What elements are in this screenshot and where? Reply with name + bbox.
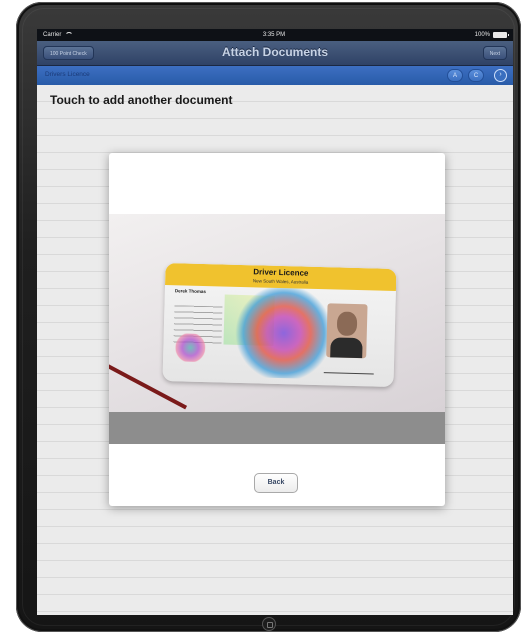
page-title: Attach Documents [221, 45, 328, 59]
back-button[interactable]: Back [254, 473, 298, 493]
status-bar: Carrier 3:35 PM 100% [37, 29, 513, 41]
document-photo: Driver Licence New South Wales, Australi… [109, 214, 445, 444]
photo-bottom-shadow [109, 412, 445, 444]
wifi-icon [65, 32, 74, 38]
document-type-label: Drivers Licence [45, 71, 90, 78]
home-button[interactable] [262, 617, 276, 631]
status-right: 100% [474, 32, 509, 38]
add-document-hint[interactable]: Touch to add another document [50, 93, 232, 107]
hologram-emblem [232, 286, 335, 380]
status-left: Carrier [43, 32, 74, 38]
driver-licence-card: Driver Licence New South Wales, Australi… [162, 262, 397, 388]
document-preview-modal: Driver Licence New South Wales, Australi… [109, 153, 445, 506]
option-a-button[interactable]: A [447, 69, 463, 82]
licence-holder-name: Derek Thomas [174, 288, 206, 295]
holder-portrait [326, 303, 368, 359]
state-map-hologram [175, 333, 206, 363]
battery-percent: 100% [474, 32, 490, 38]
next-button[interactable]: Next [482, 46, 507, 60]
chevron-right-circle-icon[interactable]: › [494, 69, 507, 82]
document-type-bar: Drivers Licence A C › [37, 66, 513, 86]
screen: Carrier 3:35 PM 100% 100 Point Check Att… [37, 29, 513, 615]
signature-line [323, 362, 375, 375]
navigation-bar: 100 Point Check Attach Documents Next [37, 41, 513, 66]
option-c-button[interactable]: C [468, 69, 484, 82]
carrier-label: Carrier [43, 32, 62, 38]
clock: 3:35 PM [262, 32, 286, 38]
battery-icon [493, 32, 509, 38]
